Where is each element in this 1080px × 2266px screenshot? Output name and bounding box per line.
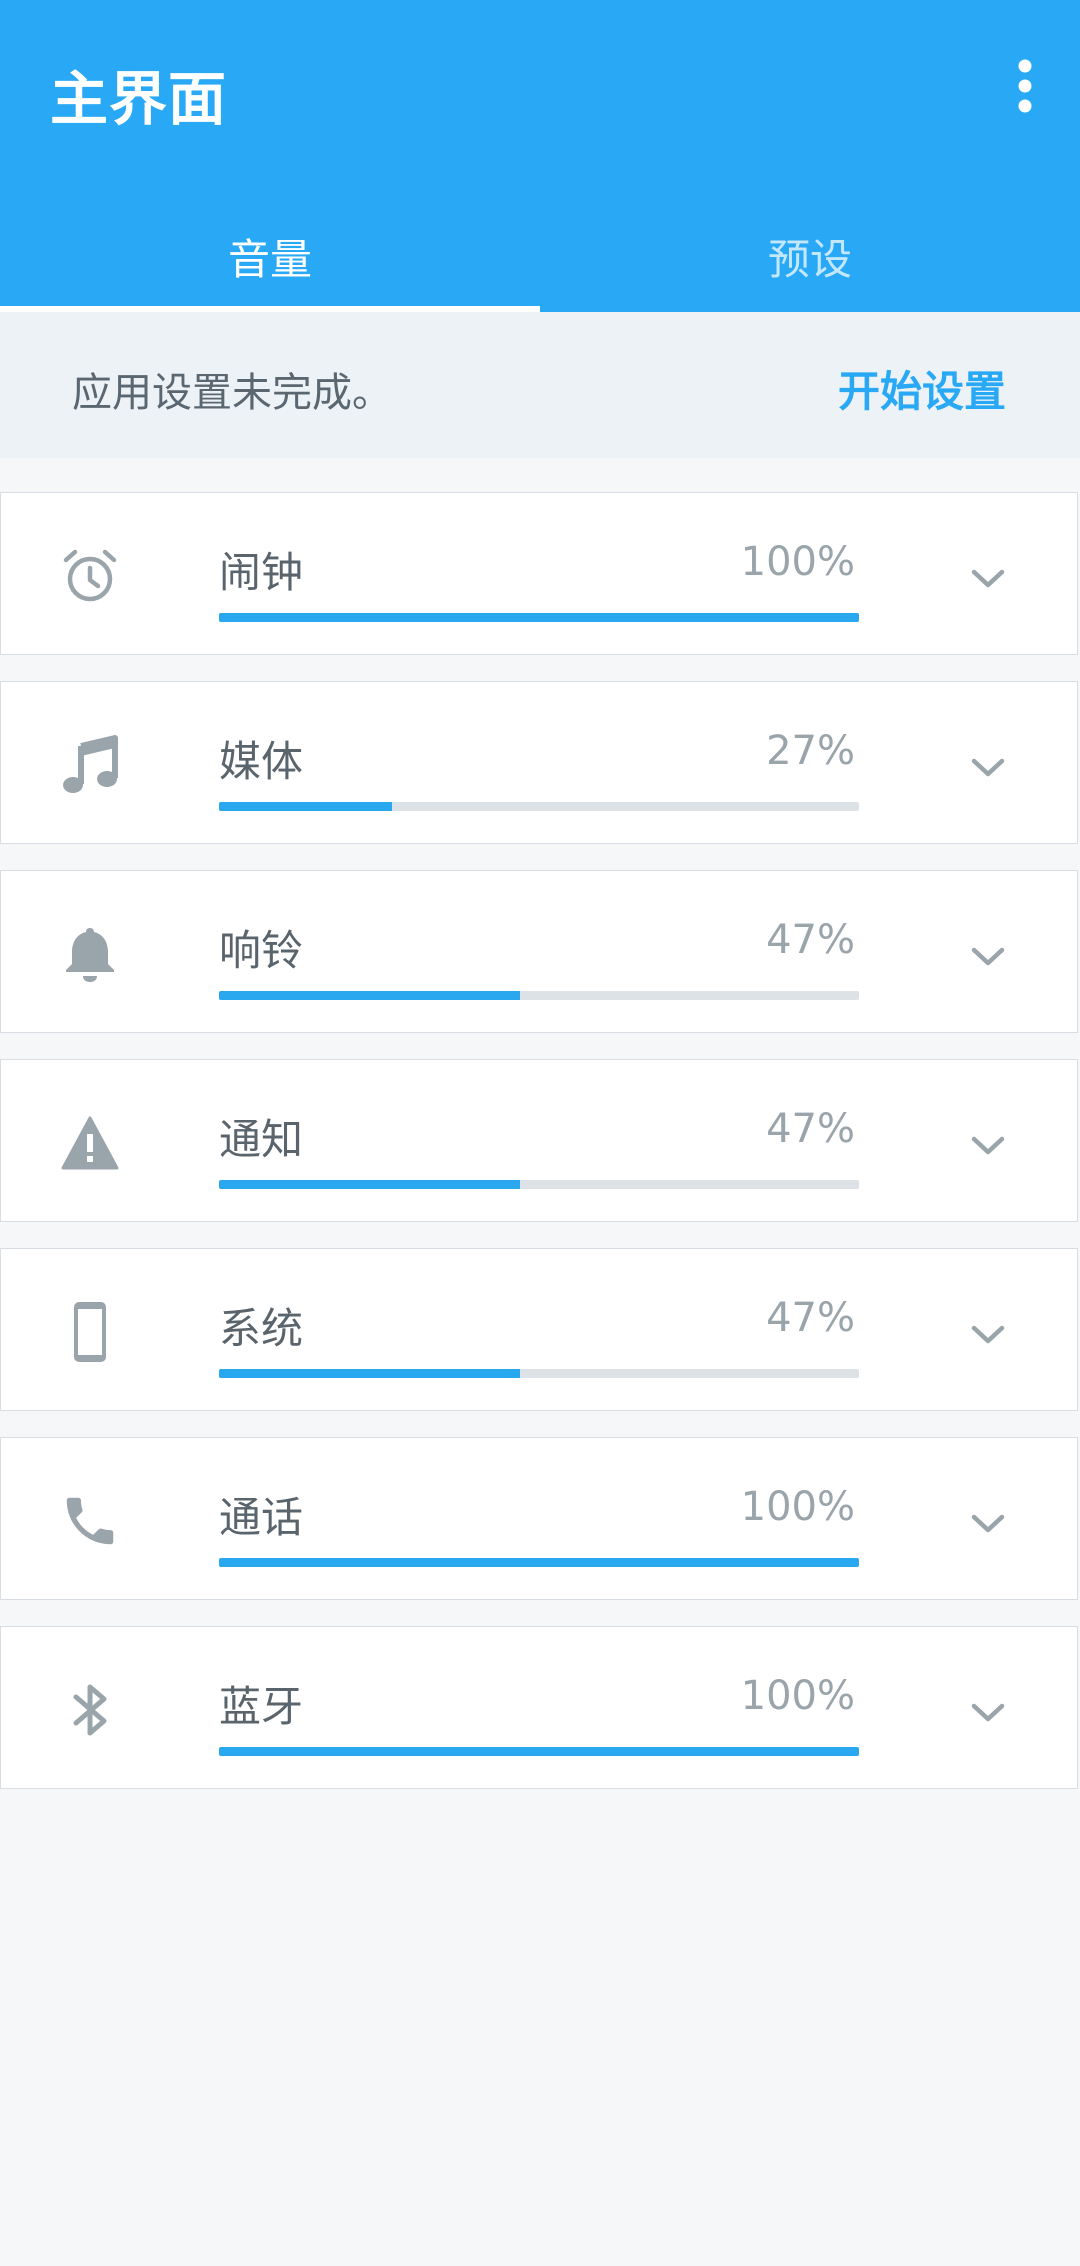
volume-percent: 100% [740, 1673, 855, 1719]
volume-slider-fill [219, 1558, 859, 1567]
volume-label: 响铃 [219, 926, 304, 975]
volume-label: 通知 [219, 1115, 304, 1164]
chevron-down-icon [971, 1703, 1005, 1722]
volume-label: 蓝牙 [219, 1682, 304, 1731]
volume-slider[interactable] [219, 1558, 859, 1567]
expand-button[interactable] [963, 553, 1013, 603]
phone-call-icon [57, 1488, 123, 1554]
bluetooth-icon [57, 1677, 123, 1743]
volume-slider[interactable] [219, 1747, 859, 1756]
volume-percent: 27% [766, 728, 855, 774]
volume-percent: 47% [766, 1106, 855, 1152]
volume-slider[interactable] [219, 613, 859, 622]
volume-label: 媒体 [219, 737, 304, 786]
more-vert-icon [1018, 59, 1032, 113]
volume-row-bluetooth: 蓝牙 100% [0, 1626, 1078, 1789]
page-title: 主界面 [50, 65, 228, 133]
phone-device-icon [57, 1299, 123, 1365]
app-bar: 主界面 音量 预设 [0, 0, 1080, 312]
more-options-button[interactable] [990, 46, 1060, 126]
volume-label: 通话 [219, 1493, 304, 1542]
chevron-down-icon [971, 569, 1005, 588]
volume-row-call: 通话 100% [0, 1437, 1078, 1600]
volume-slider[interactable] [219, 1369, 859, 1378]
volume-percent: 47% [766, 917, 855, 963]
warning-icon [57, 1110, 123, 1176]
expand-button[interactable] [963, 1120, 1013, 1170]
volume-slider[interactable] [219, 802, 859, 811]
volume-slider-fill [219, 991, 520, 1000]
volume-label: 系统 [219, 1304, 304, 1353]
expand-button[interactable] [963, 931, 1013, 981]
expand-button[interactable] [963, 1309, 1013, 1359]
volume-slider-fill [219, 1180, 520, 1189]
setup-message: 应用设置未完成。 [72, 370, 392, 416]
music-note-icon [57, 732, 123, 798]
volume-percent: 47% [766, 1295, 855, 1341]
alarm-clock-icon [57, 543, 123, 609]
start-setup-button[interactable]: 开始设置 [838, 358, 1006, 419]
expand-button[interactable] [963, 1687, 1013, 1737]
volume-row-media: 媒体 27% [0, 681, 1078, 844]
volume-slider-fill [219, 802, 392, 811]
volume-percent: 100% [740, 539, 855, 585]
expand-button[interactable] [963, 742, 1013, 792]
tab-presets[interactable]: 预设 [540, 200, 1080, 312]
tab-volume[interactable]: 音量 [0, 200, 540, 312]
volume-slider-fill [219, 1369, 520, 1378]
volume-slider-fill [219, 1747, 859, 1756]
volume-slider[interactable] [219, 991, 859, 1000]
expand-button[interactable] [963, 1498, 1013, 1548]
tab-bar: 音量 预设 [0, 200, 1080, 312]
volume-slider-fill [219, 613, 859, 622]
setup-banner: 应用设置未完成。 开始设置 [0, 312, 1080, 458]
chevron-down-icon [971, 1136, 1005, 1155]
volume-row-system: 系统 47% [0, 1248, 1078, 1411]
volume-row-alarm: 闹钟 100% [0, 492, 1078, 655]
chevron-down-icon [971, 947, 1005, 966]
bell-icon [57, 921, 123, 987]
chevron-down-icon [971, 1514, 1005, 1533]
volume-row-ringtone: 响铃 47% [0, 870, 1078, 1033]
chevron-down-icon [971, 758, 1005, 777]
chevron-down-icon [971, 1325, 1005, 1344]
volume-slider[interactable] [219, 1180, 859, 1189]
volume-label: 闹钟 [219, 548, 304, 597]
volume-row-notification: 通知 47% [0, 1059, 1078, 1222]
volume-percent: 100% [740, 1484, 855, 1530]
